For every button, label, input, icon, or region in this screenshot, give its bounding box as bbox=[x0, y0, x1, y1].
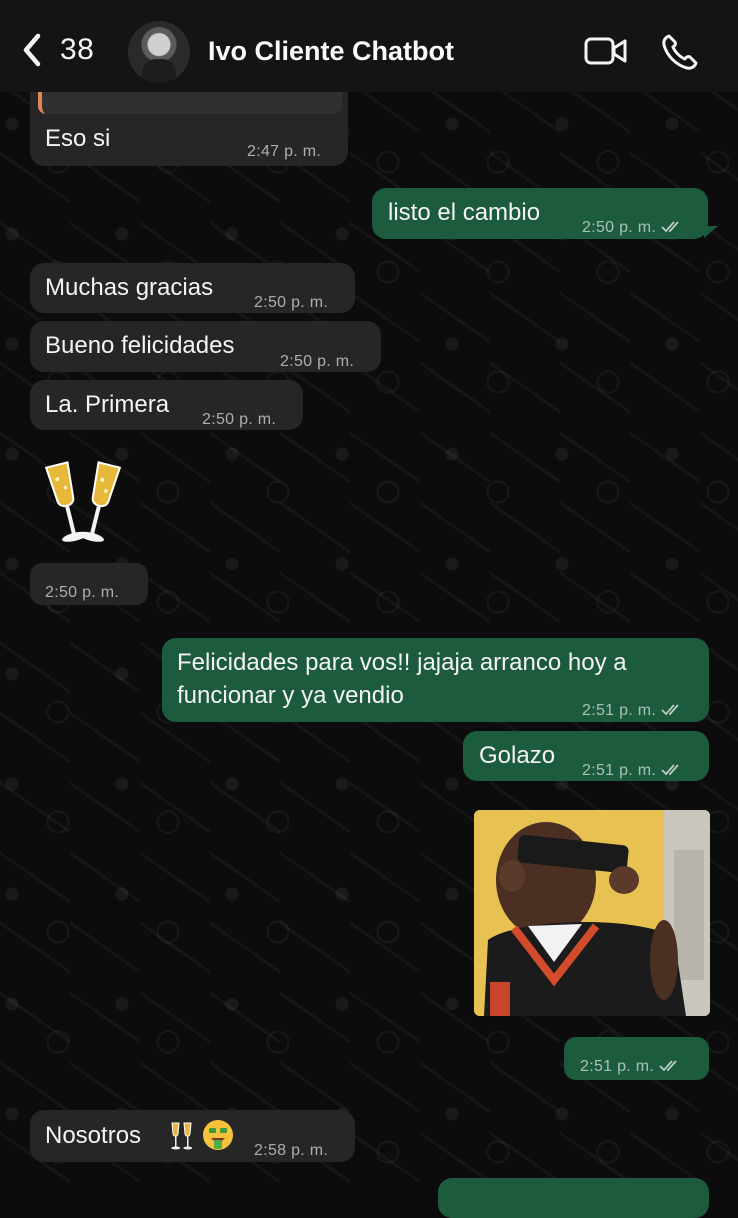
read-ticks-icon bbox=[661, 221, 679, 233]
read-ticks-icon bbox=[661, 704, 679, 716]
chevron-left-icon bbox=[23, 33, 41, 67]
read-ticks-icon bbox=[659, 1060, 677, 1072]
media-image[interactable] bbox=[474, 810, 710, 1016]
message-time-with-status: 2:51 p. m. bbox=[582, 694, 683, 728]
message-bubble-incoming[interactable]: La. Primera 2:50 p. m. bbox=[30, 380, 303, 430]
clinking-glasses-icon bbox=[171, 1122, 193, 1150]
message-text: La. Primera bbox=[45, 391, 170, 418]
chat-header: 38 Ivo Cliente Chatbot bbox=[0, 0, 738, 92]
message-bubble-incoming[interactable]: Bueno felicidades 2:50 p. m. bbox=[30, 321, 381, 372]
message-bubble-incoming[interactable]: Nosotros 2:58 p. m. bbox=[30, 1110, 355, 1162]
message-time-with-status: 2:51 p. m. bbox=[580, 1050, 681, 1084]
child-with-sunglasses-image bbox=[474, 810, 710, 1016]
message-bubble-incoming[interactable]: Muchas gracias 2:50 p. m. bbox=[30, 263, 355, 313]
message-time: 2:50 p. m. bbox=[582, 219, 657, 236]
message-text-line-2: funcionar y ya vendio bbox=[177, 682, 404, 709]
message-time: 2:58 p. m. bbox=[254, 1142, 329, 1159]
avatar[interactable] bbox=[128, 21, 190, 83]
message-text: Muchas gracias bbox=[45, 274, 214, 301]
money-mouth-face-icon bbox=[203, 1120, 233, 1150]
emoji-message-time-pill: 2:50 p. m. bbox=[30, 563, 148, 605]
message-text-line-1: Felicidades para vos!! jajaja arranco ho… bbox=[177, 649, 627, 676]
message-time: 2:50 p. m. bbox=[254, 294, 329, 311]
phone-icon bbox=[662, 34, 698, 70]
unread-count: 38 bbox=[60, 33, 95, 66]
message-time: 2:51 p. m. bbox=[582, 762, 657, 779]
read-ticks-icon bbox=[661, 764, 679, 776]
message-bubble-outgoing[interactable]: listo el cambio 2:50 p. m. bbox=[372, 188, 708, 239]
bubble-tail bbox=[704, 226, 718, 238]
message-bubble-outgoing-partial[interactable] bbox=[438, 1178, 709, 1218]
message-text: listo el cambio bbox=[388, 199, 541, 226]
message-time: 2:50 p. m. bbox=[280, 353, 355, 370]
back-button[interactable]: 38 bbox=[18, 30, 94, 70]
video-call-icon bbox=[584, 37, 627, 65]
message-text: Nosotros bbox=[45, 1122, 142, 1149]
message-time-with-status: 2:51 p. m. bbox=[582, 754, 683, 788]
message-text: Eso si bbox=[45, 125, 111, 152]
clinking-glasses-icon[interactable] bbox=[38, 456, 128, 556]
video-call-button[interactable] bbox=[584, 34, 628, 68]
message-time: 2:50 p. m. bbox=[45, 584, 120, 601]
contact-name[interactable]: Ivo Cliente Chatbot bbox=[208, 36, 454, 67]
voice-call-button[interactable] bbox=[660, 32, 700, 72]
message-text: Golazo bbox=[479, 742, 556, 769]
message-bubble-outgoing[interactable]: Golazo 2:51 p. m. bbox=[463, 731, 709, 781]
message-time: 2:51 p. m. bbox=[580, 1058, 655, 1075]
message-text: Bueno felicidades bbox=[45, 332, 235, 359]
message-time: 2:47 p. m. bbox=[247, 143, 322, 160]
media-message-time-pill: 2:51 p. m. bbox=[564, 1037, 709, 1080]
message-bubble-outgoing[interactable]: Felicidades para vos!! jajaja arranco ho… bbox=[162, 638, 709, 722]
message-time: 2:51 p. m. bbox=[582, 702, 657, 719]
message-time-with-status: 2:50 p. m. bbox=[582, 211, 683, 245]
message-time: 2:50 p. m. bbox=[202, 411, 277, 428]
